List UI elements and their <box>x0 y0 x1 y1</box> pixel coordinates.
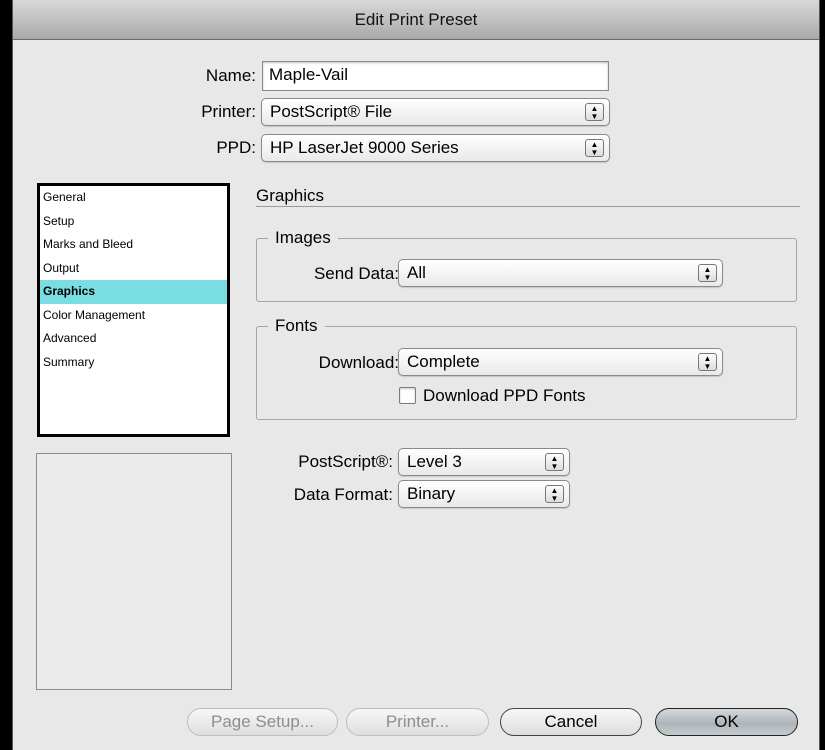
updown-arrows-icon: ▲ ▼ <box>585 103 604 121</box>
send-data-select[interactable]: All ▲ ▼ <box>398 259 723 287</box>
postscript-level-value: Level 3 <box>407 452 462 471</box>
page-preview <box>36 453 232 690</box>
edit-print-preset-dialog: Edit Print Preset Name: Maple-Vail Print… <box>12 0 820 750</box>
send-data-select-value: All <box>407 263 426 282</box>
ppd-select[interactable]: HP LaserJet 9000 Series ▲ ▼ <box>261 134 610 162</box>
postscript-label: PostScript®: <box>298 452 393 471</box>
data-format-value: Binary <box>407 484 456 503</box>
sidebar-item-advanced[interactable]: Advanced <box>40 327 227 351</box>
updown-arrows-icon: ▲ ▼ <box>545 453 564 471</box>
sidebar-item-summary[interactable]: Summary <box>40 351 227 375</box>
updown-arrows-icon: ▲ ▼ <box>698 353 717 371</box>
updown-arrows-icon: ▲ ▼ <box>545 485 564 503</box>
images-group-title: Images <box>268 228 338 248</box>
panel-title: Graphics <box>256 186 325 205</box>
download-select-value: Complete <box>407 352 480 371</box>
data-format-select[interactable]: Binary ▲ ▼ <box>398 480 570 508</box>
ppd-label: PPD: <box>216 138 256 157</box>
ppd-select-value: HP LaserJet 9000 Series <box>270 138 459 157</box>
name-label: Name: <box>205 66 256 85</box>
fonts-group-title: Fonts <box>268 316 325 336</box>
send-data-label: Send Data: <box>313 264 399 283</box>
category-list: General Setup Marks and Bleed Output Gra… <box>37 183 230 437</box>
sidebar-item-color-management[interactable]: Color Management <box>40 304 227 328</box>
printer-label: Printer: <box>201 102 256 121</box>
updown-arrows-icon: ▲ ▼ <box>698 264 717 282</box>
updown-arrows-icon: ▲ ▼ <box>585 139 604 157</box>
window-title: Edit Print Preset <box>354 9 478 29</box>
sidebar-item-setup[interactable]: Setup <box>40 210 227 234</box>
sidebar-item-graphics[interactable]: Graphics <box>40 280 227 304</box>
cancel-button[interactable]: Cancel <box>500 708 642 736</box>
sidebar-item-general[interactable]: General <box>40 186 227 210</box>
printer-select-value: PostScript® File <box>270 102 393 121</box>
name-field[interactable]: Maple-Vail <box>262 61 609 91</box>
data-format-label: Data Format: <box>293 485 393 504</box>
printer-select[interactable]: PostScript® File ▲ ▼ <box>261 98 610 126</box>
sidebar-item-marks-and-bleed[interactable]: Marks and Bleed <box>40 233 227 257</box>
window-titlebar[interactable]: Edit Print Preset <box>13 0 819 40</box>
panel-title-divider <box>256 206 800 207</box>
postscript-level-select[interactable]: Level 3 ▲ ▼ <box>398 448 570 476</box>
download-ppd-fonts-checkbox[interactable] <box>399 387 416 404</box>
ok-button[interactable]: OK <box>655 708 798 736</box>
printer-button[interactable]: Printer... <box>346 708 489 736</box>
download-select[interactable]: Complete ▲ ▼ <box>398 348 723 376</box>
page-setup-button[interactable]: Page Setup... <box>187 708 338 736</box>
download-ppd-fonts-label[interactable]: Download PPD Fonts <box>423 386 586 406</box>
sidebar-item-output[interactable]: Output <box>40 257 227 281</box>
download-label: Download: <box>318 353 399 372</box>
